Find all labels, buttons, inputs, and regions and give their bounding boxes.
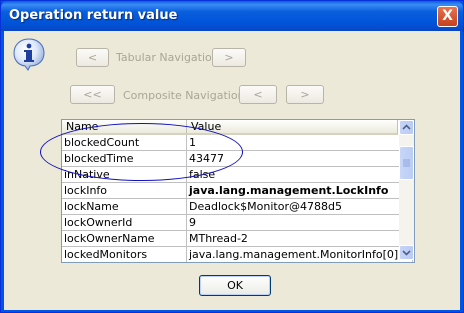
composite-first-label: <<: [83, 88, 102, 101]
tabular-next-label: >: [224, 51, 234, 64]
name-cell: lockInfo: [62, 183, 187, 199]
column-header-name[interactable]: Name: [62, 120, 187, 135]
table-row[interactable]: blockedTime 43477: [62, 151, 413, 167]
composite-next-button[interactable]: >: [286, 85, 324, 104]
value-cell: MThread-2: [187, 231, 413, 247]
name-cell: lockOwnerName: [62, 231, 187, 247]
name-cell: lockName: [62, 199, 187, 215]
composite-navigation-label: Composite Navigation: [123, 89, 245, 102]
navigation-area: < Tabular Navigation > << Composite Navi…: [60, 37, 416, 117]
composite-next-label: >: [300, 88, 310, 101]
vertical-scrollbar[interactable]: [399, 120, 414, 260]
chevron-up-icon: [402, 124, 411, 130]
name-cell: blockedTime: [62, 151, 187, 167]
table-row[interactable]: lockedMonitors java.lang.management.Moni…: [62, 247, 413, 262]
table-row[interactable]: inNative false: [62, 167, 413, 183]
close-button[interactable]: X: [437, 6, 458, 27]
table-row[interactable]: lockName Deadlock$Monitor@4788d5: [62, 199, 413, 215]
dialog-window: Operation return value X < Tabular Navig…: [0, 0, 464, 313]
chevron-down-icon: [402, 250, 411, 256]
value-cell[interactable]: java.lang.management.LockInfo: [187, 183, 413, 199]
name-cell: lockedMonitors: [62, 247, 187, 262]
tabular-next-button[interactable]: >: [212, 48, 246, 67]
value-cell: Deadlock$Monitor@4788d5: [187, 199, 413, 215]
window-title: Operation return value: [9, 8, 178, 23]
close-icon: X: [442, 8, 453, 24]
value-cell: 9: [187, 215, 413, 231]
tabular-navigation-label: Tabular Navigation: [116, 51, 219, 64]
composite-prev-button[interactable]: <: [239, 85, 277, 104]
tabular-prev-button[interactable]: <: [76, 48, 109, 67]
name-cell: lockOwnerId: [62, 215, 187, 231]
title-bar[interactable]: Operation return value X: [1, 1, 463, 31]
name-cell: blockedCount: [62, 135, 187, 151]
value-cell: 1: [187, 135, 413, 151]
table-row[interactable]: lockOwnerId 9: [62, 215, 413, 231]
value-cell: false: [187, 167, 413, 183]
table-row[interactable]: lockOwnerName MThread-2: [62, 231, 413, 247]
grip-icon: [403, 159, 410, 167]
ok-button-label: OK: [227, 279, 243, 292]
scroll-down-button[interactable]: [399, 245, 414, 260]
info-icon: [13, 38, 45, 71]
column-header-name-label: Name: [66, 120, 99, 133]
value-cell: 43477: [187, 151, 413, 167]
composite-prev-label: <: [253, 88, 263, 101]
table-row[interactable]: lockInfo java.lang.management.LockInfo: [62, 183, 413, 199]
scroll-up-button[interactable]: [399, 120, 414, 135]
dialog-body: < Tabular Navigation > << Composite Navi…: [4, 31, 460, 310]
name-cell: inNative: [62, 167, 187, 183]
tabular-prev-label: <: [87, 51, 98, 64]
ok-button[interactable]: OK: [199, 275, 271, 296]
column-header-value-label: Value: [191, 120, 222, 133]
attribute-table[interactable]: Name Value blockedCount 1 blockedTime 43…: [61, 119, 415, 263]
value-cell: java.lang.management.MonitorInfo[0]: [187, 247, 413, 262]
column-header-value[interactable]: Value: [187, 120, 398, 135]
scroll-thumb[interactable]: [399, 146, 414, 180]
table-row[interactable]: blockedCount 1: [62, 135, 413, 151]
composite-first-button[interactable]: <<: [70, 85, 115, 104]
